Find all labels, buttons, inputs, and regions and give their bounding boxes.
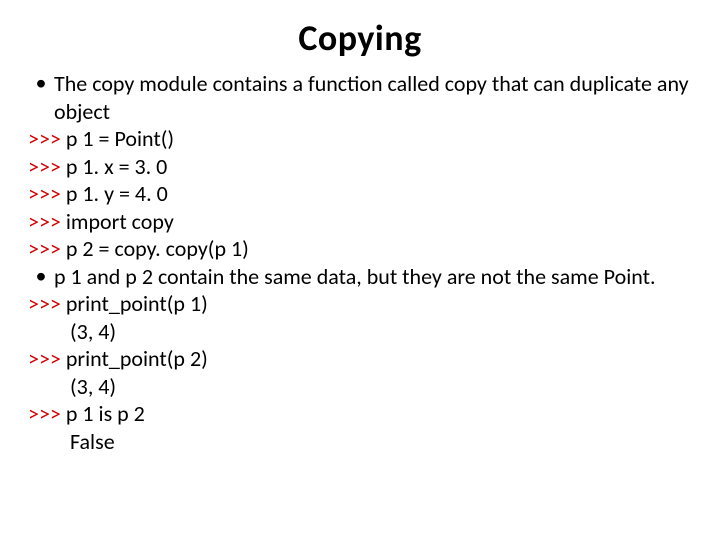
repl-prompt: >>> [28, 235, 66, 262]
repl-prompt: >>> [28, 290, 66, 317]
code-text: p 1 is p 2 [66, 400, 145, 427]
code-text: p 1. x = 3. 0 [66, 153, 167, 180]
code-line: >>> print_point(p 2) [28, 345, 692, 373]
repl-prompt: >>> [28, 180, 66, 207]
code-line: >>> p 1. y = 4. 0 [28, 180, 692, 208]
slide-title: Copying [28, 16, 692, 60]
code-output: (3, 4) [28, 318, 692, 346]
slide: Copying • The copy module contains a fun… [0, 0, 720, 540]
bullet-icon: • [36, 69, 47, 97]
repl-prompt: >>> [28, 400, 66, 427]
code-line: >>> print_point(p 1) [28, 290, 692, 318]
code-line: >>> p 1 = Point() [28, 125, 692, 153]
code-line: >>> p 1. x = 3. 0 [28, 153, 692, 181]
code-text: p 2 = copy. copy(p 1) [66, 235, 249, 262]
code-text: False [28, 428, 692, 456]
bullet-item: • The copy module contains a function ca… [28, 70, 692, 125]
bullet-item: • p 1 and p 2 contain the same data, but… [28, 263, 692, 291]
code-output: False [28, 428, 692, 456]
slide-body: • The copy module contains a function ca… [28, 70, 692, 455]
code-line: >>> p 1 is p 2 [28, 400, 692, 428]
code-text: print_point(p 2) [66, 345, 208, 372]
code-text: p 1. y = 4. 0 [66, 180, 168, 207]
code-text: (3, 4) [28, 318, 692, 346]
code-output: (3, 4) [28, 373, 692, 401]
code-text: import copy [66, 208, 174, 235]
bullet-icon: • [36, 262, 47, 290]
code-text: print_point(p 1) [66, 290, 208, 317]
repl-prompt: >>> [28, 208, 66, 235]
bullet-text: p 1 and p 2 contain the same data, but t… [54, 263, 692, 291]
repl-prompt: >>> [28, 153, 66, 180]
repl-prompt: >>> [28, 125, 66, 152]
repl-prompt: >>> [28, 345, 66, 372]
code-text: (3, 4) [28, 373, 692, 401]
code-line: >>> import copy [28, 208, 692, 236]
bullet-text: The copy module contains a function call… [54, 70, 692, 125]
code-text: p 1 = Point() [66, 125, 174, 152]
code-line: >>> p 2 = copy. copy(p 1) [28, 235, 692, 263]
